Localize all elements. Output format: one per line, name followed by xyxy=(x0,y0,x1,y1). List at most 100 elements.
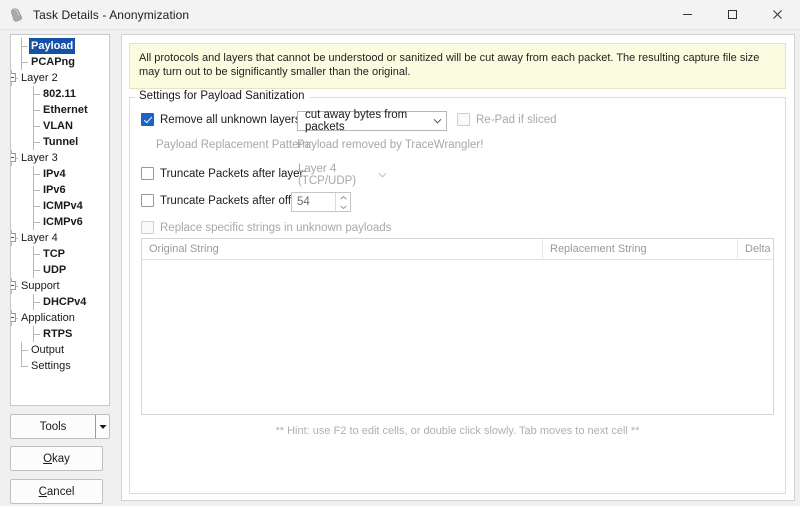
app-icon xyxy=(9,7,25,23)
cancel-button[interactable]: Cancel xyxy=(10,479,103,504)
replacement-strings-table[interactable]: Original StringReplacement StringDelta xyxy=(141,238,774,415)
replace-strings-checkbox[interactable] xyxy=(141,221,154,234)
truncate-offset-stepper[interactable]: 54 xyxy=(291,192,351,212)
tree-item-ethernet[interactable]: Ethernet xyxy=(11,102,109,118)
tree-item-tunnel[interactable]: Tunnel xyxy=(11,134,109,150)
tree-item-settings[interactable]: Settings xyxy=(11,358,109,374)
group-border-right xyxy=(310,97,785,98)
stepper-up-icon[interactable] xyxy=(336,193,350,202)
protocol-tree[interactable]: PayloadPCAPngLayer 2802.11EthernetVLANTu… xyxy=(10,34,110,406)
tree-item-label: Output xyxy=(29,342,66,358)
remove-unknown-checkbox[interactable] xyxy=(141,113,154,126)
tree-item-label: VLAN xyxy=(41,118,75,134)
tree-connector xyxy=(33,142,40,143)
minimize-icon[interactable] xyxy=(665,0,710,30)
tree-expander-icon[interactable] xyxy=(10,281,16,290)
maximize-icon[interactable] xyxy=(710,0,755,30)
info-banner-text: All protocols and layers that cannot be … xyxy=(139,52,759,78)
tree-connector xyxy=(33,118,34,134)
tree-connector xyxy=(33,222,40,223)
tree-connector xyxy=(33,94,40,95)
tree-item-rtps[interactable]: RTPS xyxy=(11,326,109,342)
truncate-layer-select[interactable]: Layer 4 (TCP/UDP) xyxy=(291,165,391,185)
replace-strings-row: Replace specific strings in unknown payl… xyxy=(141,221,391,234)
tree-item-label: ICMPv6 xyxy=(41,214,85,230)
dialog-body: PayloadPCAPngLayer 2802.11EthernetVLANTu… xyxy=(0,30,800,506)
close-icon[interactable] xyxy=(755,0,800,30)
tree-item-label: Payload xyxy=(29,38,75,54)
chevron-down-icon[interactable] xyxy=(376,172,389,178)
tree-item-label: UDP xyxy=(41,262,68,278)
tree-item-icmpv6[interactable]: ICMPv6 xyxy=(11,214,109,230)
table-column-header[interactable]: Replacement String xyxy=(542,239,737,260)
remove-unknown-row: Remove all unknown layers and xyxy=(141,113,323,126)
tree-item-support[interactable]: Support xyxy=(11,278,109,294)
tree-expander-icon[interactable] xyxy=(10,313,16,322)
tree-item-label: Support xyxy=(19,278,62,294)
tree-item-label: ICMPv4 xyxy=(41,198,85,214)
tree-item-layer-4[interactable]: Layer 4 xyxy=(11,230,109,246)
truncate-offset-row: Truncate Packets after offset: xyxy=(141,194,310,207)
truncate-layer-label: Truncate Packets after layer: xyxy=(160,168,307,180)
tree-connector xyxy=(33,334,40,335)
tree-item-label: DHCPv4 xyxy=(41,294,88,310)
tree-connector xyxy=(21,350,28,351)
tree-item-layer-2[interactable]: Layer 2 xyxy=(11,70,109,86)
tree-connector xyxy=(21,46,28,47)
replacement-pattern-field[interactable]: Payload removed by TraceWrangler! xyxy=(297,139,483,151)
tools-button-label: Tools xyxy=(40,421,67,433)
repad-checkbox[interactable] xyxy=(457,113,470,126)
tree-expander-icon[interactable] xyxy=(10,153,16,162)
repad-label: Re-Pad if sliced xyxy=(476,114,557,126)
tree-item-application[interactable]: Application xyxy=(11,310,109,326)
tree-item-dhcpv4[interactable]: DHCPv4 xyxy=(11,294,109,310)
tree-connector xyxy=(33,182,34,198)
replacement-pattern-label: Payload Replacement Pattern: xyxy=(156,139,312,151)
truncate-offset-value: 54 xyxy=(297,196,310,208)
tree-item-output[interactable]: Output xyxy=(11,342,109,358)
tree-item-label: IPv6 xyxy=(41,182,68,198)
chevron-down-icon[interactable] xyxy=(430,118,444,124)
stepper-buttons[interactable] xyxy=(335,193,350,211)
tree-item-payload[interactable]: Payload xyxy=(11,38,109,54)
tree-connector xyxy=(33,326,34,342)
tree-item-label: Ethernet xyxy=(41,102,90,118)
tree-item-udp[interactable]: UDP xyxy=(11,262,109,278)
chevron-down-icon[interactable] xyxy=(95,415,109,438)
replace-strings-label: Replace specific strings in unknown payl… xyxy=(160,222,391,234)
truncate-offset-checkbox[interactable] xyxy=(141,194,154,207)
tree-item-label: Layer 3 xyxy=(19,150,60,166)
settings-panel: All protocols and layers that cannot be … xyxy=(121,34,795,501)
tree-item-ipv4[interactable]: IPv4 xyxy=(11,166,109,182)
okay-button-label: Okay xyxy=(43,453,70,465)
tree-item-label: Tunnel xyxy=(41,134,80,150)
repad-row: Re-Pad if sliced xyxy=(457,113,557,126)
tree-connector xyxy=(33,174,40,175)
table-column-header[interactable]: Delta xyxy=(737,239,777,260)
truncate-layer-row: Truncate Packets after layer: xyxy=(141,167,307,180)
remove-unknown-action-select[interactable]: cut away bytes from packets xyxy=(297,111,447,131)
tree-connector xyxy=(21,54,22,70)
tree-item-layer-3[interactable]: Layer 3 xyxy=(11,150,109,166)
stepper-down-icon[interactable] xyxy=(336,202,350,211)
tree-item-802-11[interactable]: 802.11 xyxy=(11,86,109,102)
tree-item-ipv6[interactable]: IPv6 xyxy=(11,182,109,198)
tree-connector xyxy=(33,102,34,118)
tree-expander-icon[interactable] xyxy=(10,73,16,82)
tree-item-pcapng[interactable]: PCAPng xyxy=(11,54,109,70)
okay-button[interactable]: Okay xyxy=(10,446,103,471)
title-bar: Task Details - Anonymization xyxy=(0,0,800,30)
tree-item-label: IPv4 xyxy=(41,166,68,182)
tree-connector xyxy=(21,358,22,366)
tree-connector xyxy=(33,214,34,230)
tools-button[interactable]: Tools xyxy=(10,414,110,439)
tree-item-icmpv4[interactable]: ICMPv4 xyxy=(11,198,109,214)
truncate-layer-checkbox[interactable] xyxy=(141,167,154,180)
tree-item-vlan[interactable]: VLAN xyxy=(11,118,109,134)
tree-item-label: RTPS xyxy=(41,326,74,342)
table-column-header[interactable]: Original String xyxy=(142,239,542,260)
tree-connector xyxy=(33,86,34,102)
tree-expander-icon[interactable] xyxy=(10,233,16,242)
tree-item-tcp[interactable]: TCP xyxy=(11,246,109,262)
tree-connector xyxy=(33,134,34,150)
